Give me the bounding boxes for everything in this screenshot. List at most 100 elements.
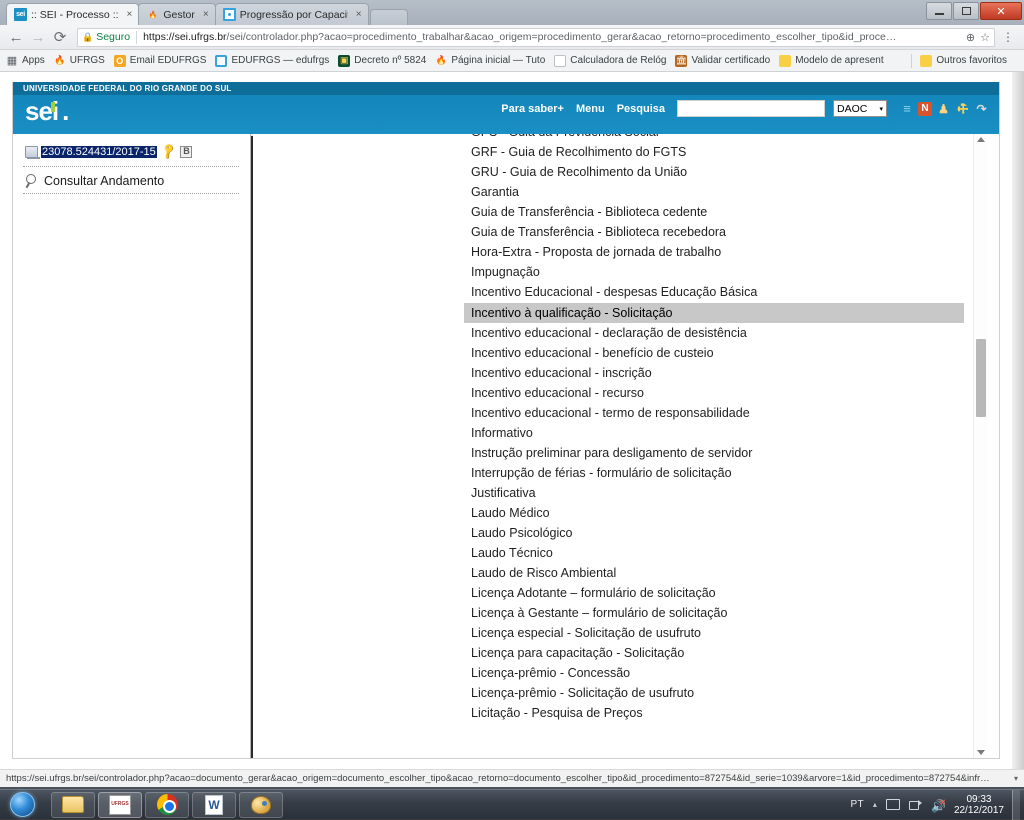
document-type-option[interactable]: Licença à Gestante – formulário de solic… xyxy=(464,603,964,623)
bookmark-pagina-inicial[interactable]: 🔥 Página inicial — Tuto xyxy=(435,55,545,67)
bookmark-decreto[interactable]: ▣ Decreto nº 5824 xyxy=(338,55,426,67)
start-button[interactable] xyxy=(3,791,41,819)
inner-vertical-scrollbar[interactable] xyxy=(973,134,987,758)
document-type-option[interactable]: Hora-Extra - Proposta de jornada de trab… xyxy=(464,242,964,262)
bookmark-modelo-apresentacao[interactable]: Modelo de apresent xyxy=(779,55,883,67)
tab-sei-processo[interactable]: sei :: SEI - Processo :: × xyxy=(6,3,139,25)
windows-taskbar: UFRGS W PT ▴ 🔊✕ 09:33 22/12/2017 xyxy=(0,789,1024,819)
bookmark-label: Modelo de apresent xyxy=(795,55,883,66)
language-indicator[interactable]: PT xyxy=(851,799,864,810)
document-type-option[interactable]: Incentivo educacional - declaração de de… xyxy=(464,323,964,343)
notifications-icon[interactable]: N xyxy=(918,102,932,116)
document-type-option[interactable]: Incentivo educacional - recurso xyxy=(464,383,964,403)
document-type-option[interactable]: Incentivo educacional - inscrição xyxy=(464,363,964,383)
new-tab-button[interactable] xyxy=(370,9,408,25)
network-icon[interactable] xyxy=(909,799,922,811)
tab-close-icon[interactable]: × xyxy=(127,9,133,20)
reload-button[interactable]: ⟳ xyxy=(50,27,70,47)
document-type-option[interactable]: Incentivo educacional - benefício de cus… xyxy=(464,343,964,363)
omnibox-actions: ⊕ ☆ xyxy=(961,31,990,44)
document-type-option[interactable]: Laudo Psicológico xyxy=(464,523,964,543)
page-vertical-scrollbar[interactable] xyxy=(1012,72,1024,769)
document-type-option[interactable]: Laudo de Risco Ambiental xyxy=(464,563,964,583)
bookmark-calculadora[interactable]: Calculadora de Relóg xyxy=(554,55,666,67)
wrench-icon[interactable]: ⚒ xyxy=(952,98,973,119)
b-badge[interactable]: B xyxy=(180,146,192,158)
taskbar-item-paint[interactable] xyxy=(239,792,283,818)
close-window-button[interactable]: ✕ xyxy=(980,2,1022,20)
link-para-saber-mais[interactable]: Para saber+ xyxy=(501,103,564,115)
volume-muted-icon[interactable]: 🔊✕ xyxy=(931,799,945,811)
omnibox[interactable]: 🔒 Seguro https://sei.ufrgs.br/sei/contro… xyxy=(77,28,995,47)
document-type-option[interactable]: Licitação - Pesquisa de Preços xyxy=(464,703,964,723)
user-icon[interactable]: ♟ xyxy=(936,101,951,116)
process-number[interactable]: 23078.524431/2017-15 xyxy=(41,146,157,158)
document-type-option[interactable]: GRF - Guia de Recolhimento do FGTS xyxy=(464,142,964,162)
organization-name: UNIVERSIDADE FEDERAL DO RIO GRANDE DO SU… xyxy=(13,82,999,95)
bookmark-ufrgs[interactable]: 🔥 UFRGS xyxy=(54,55,105,67)
tray-overflow-arrow-icon[interactable]: ▴ xyxy=(873,800,877,809)
key-icon[interactable]: 🔑 xyxy=(159,142,178,161)
tab-close-icon[interactable]: × xyxy=(203,9,209,20)
bookmark-validar-certificado[interactable]: 🏛 Validar certificado xyxy=(675,55,770,67)
window-controls: ✕ xyxy=(925,1,1022,21)
tab-progressao-capacitacao[interactable]: Progressão por Capacita × xyxy=(215,3,369,25)
document-type-option[interactable]: Licença-prêmio - Solicitação de usufruto xyxy=(464,683,964,703)
unit-select[interactable]: DAOC ▾ xyxy=(833,100,887,117)
show-desktop-button[interactable] xyxy=(1012,790,1020,820)
document-type-option[interactable]: Licença especial - Solicitação de usufru… xyxy=(464,623,964,643)
document-type-option[interactable]: Incentivo Educacional - despesas Educaçã… xyxy=(464,282,964,303)
taskbar-item-explorer[interactable] xyxy=(51,792,95,818)
bookmark-outros-favoritos[interactable]: Outros favoritos xyxy=(920,55,1007,67)
logout-icon[interactable]: ↷ xyxy=(974,101,989,116)
document-type-option[interactable]: Interrupção de férias - formulário de so… xyxy=(464,463,964,483)
taskbar-item-word[interactable]: W xyxy=(192,792,236,818)
tab-gestor[interactable]: 🔥 Gestor × xyxy=(138,3,215,25)
link-pesquisa[interactable]: Pesquisa xyxy=(617,103,665,115)
document-type-option[interactable]: Guia de Transferência - Biblioteca receb… xyxy=(464,222,964,242)
document-type-option[interactable]: Garantia xyxy=(464,182,964,202)
document-type-option-selected[interactable]: Incentivo à qualificação - Solicitação xyxy=(464,303,964,323)
minimize-button[interactable] xyxy=(926,2,952,20)
bookmark-star-icon[interactable]: ☆ xyxy=(980,31,990,44)
tab-close-icon[interactable]: × xyxy=(356,9,362,20)
zoom-icon[interactable]: ⊕ xyxy=(966,31,975,44)
document-type-option[interactable]: GRU - Guia de Recolhimento da União xyxy=(464,162,964,182)
document-type-option[interactable]: Licença-prêmio - Concessão xyxy=(464,663,964,683)
bookmark-email-edufrgs[interactable]: O Email EDUFRGS xyxy=(114,55,207,67)
sei-logo[interactable]: sei. xyxy=(25,98,68,124)
search-input[interactable] xyxy=(677,100,825,117)
link-menu[interactable]: Menu xyxy=(576,103,605,115)
back-button[interactable]: ← xyxy=(6,27,26,47)
document-type-option[interactable]: Licença Adotante – formulário de solicit… xyxy=(464,583,964,603)
document-type-list[interactable]: GPS - Guia da Previdência SocialGRF - Gu… xyxy=(464,134,964,723)
scroll-down-arrow-icon[interactable] xyxy=(977,750,985,755)
document-type-option[interactable]: Licença para capacitação - Solicitação xyxy=(464,643,964,663)
flame-icon: 🔥 xyxy=(435,55,447,67)
scrollbar-track[interactable] xyxy=(1012,72,1024,769)
clock[interactable]: 09:33 22/12/2017 xyxy=(954,794,1004,816)
taskbar-item-chrome[interactable] xyxy=(145,792,189,818)
document-type-option[interactable]: Instrução preliminar para desligamento d… xyxy=(464,443,964,464)
monitor-icon[interactable] xyxy=(886,799,900,810)
document-type-option[interactable]: Guia de Transferência - Biblioteca ceden… xyxy=(464,202,964,222)
document-type-option[interactable]: GPS - Guia da Previdência Social xyxy=(464,134,964,142)
document-type-option[interactable]: Justificativa xyxy=(464,483,964,503)
maximize-button[interactable] xyxy=(953,2,979,20)
taskbar-item-ufrgs-doc[interactable]: UFRGS xyxy=(98,792,142,818)
bookmark-edufrgs[interactable]: EDUFRGS — edufrgs xyxy=(215,55,329,67)
document-type-option[interactable]: Informativo xyxy=(464,423,964,443)
document-type-option[interactable]: Laudo Médico xyxy=(464,503,964,523)
browser-menu-icon[interactable]: ⋮ xyxy=(1000,35,1016,39)
scroll-up-arrow-icon[interactable] xyxy=(977,137,985,142)
consultar-andamento-item[interactable]: Consultar Andamento xyxy=(21,174,241,188)
pane-splitter-handle[interactable] xyxy=(251,136,253,758)
bookmark-apps[interactable]: ▦ Apps xyxy=(6,55,45,67)
forward-button[interactable]: → xyxy=(28,27,48,47)
document-type-option[interactable]: Laudo Técnico xyxy=(464,543,964,563)
scrollbar-thumb[interactable] xyxy=(976,339,986,417)
document-type-option[interactable]: Impugnação xyxy=(464,262,964,282)
menu-list-icon[interactable]: ≡ xyxy=(899,101,914,116)
process-node[interactable]: 23078.524431/2017-15 🔑 B xyxy=(21,144,241,161)
document-type-option[interactable]: Incentivo educacional - termo de respons… xyxy=(464,403,964,423)
